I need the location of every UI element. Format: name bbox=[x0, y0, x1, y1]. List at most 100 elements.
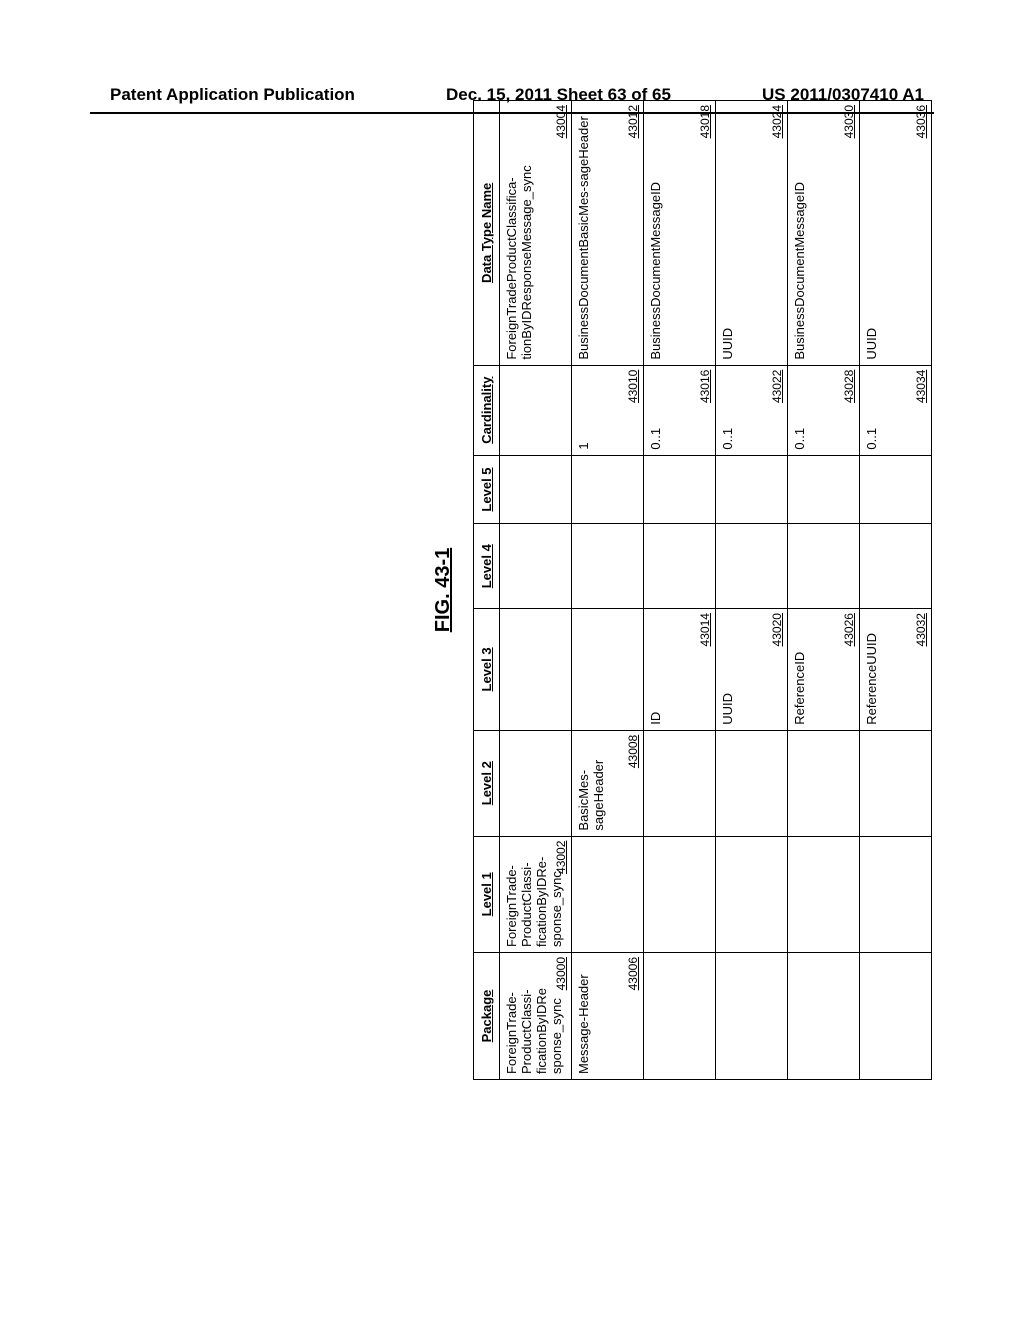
reference-number: 43018 bbox=[698, 105, 712, 138]
cell-level3: UUID 43020 bbox=[716, 609, 788, 731]
cell-level3-text: UUID bbox=[720, 614, 735, 725]
col-level3: Level 3 bbox=[474, 609, 500, 731]
reference-number: 43030 bbox=[842, 105, 856, 138]
reference-number: 43034 bbox=[914, 370, 928, 403]
cell-level1 bbox=[644, 836, 716, 952]
cell-cardinality-text: 0..1 bbox=[792, 371, 807, 450]
table-row: ReferenceID 43026 0..1 43028 BusinessDocumen… bbox=[788, 101, 860, 1080]
reference-number: 43024 bbox=[770, 105, 784, 138]
reference-number: 43012 bbox=[626, 105, 640, 138]
cell-level5 bbox=[572, 455, 644, 524]
reference-number: 43014 bbox=[698, 613, 712, 646]
table-row: UUID 43020 0..1 43022 UUID 43024 bbox=[716, 101, 788, 1080]
cell-level3-text: ReferenceUUID bbox=[864, 614, 879, 725]
cell-package bbox=[644, 953, 716, 1080]
reference-number: 43026 bbox=[842, 613, 856, 646]
cell-level3: ID 43014 bbox=[644, 609, 716, 731]
cell-level3: ReferenceUUID 43032 bbox=[860, 609, 932, 731]
cell-cardinality: 0..1 43028 bbox=[788, 365, 860, 455]
table-row: Message-Header 43006 BasicMes-sageHeader 43… bbox=[572, 101, 644, 1080]
cell-datatype: BusinessDocumentMessageID 43030 bbox=[788, 101, 860, 366]
cell-level3-text: ReferenceID bbox=[792, 614, 807, 725]
cell-level3-text: ID bbox=[648, 614, 663, 725]
col-datatype: Data Type Name bbox=[474, 101, 500, 366]
reference-number: 43036 bbox=[914, 105, 928, 138]
figure-title: FIG. 43-1 bbox=[432, 80, 455, 1100]
figure-container: FIG. 43-1 Package Level 1 Level 2 Level … bbox=[92, 80, 932, 1100]
cell-level2: BasicMes-sageHeader 43008 bbox=[572, 730, 644, 836]
col-level4: Level 4 bbox=[474, 524, 500, 609]
cell-level2 bbox=[788, 730, 860, 836]
cell-package: Message-Header 43006 bbox=[572, 953, 644, 1080]
table-row: ForeignTrade-ProductClassi-ficationByIDR… bbox=[500, 101, 572, 1080]
reference-number: 43000 bbox=[554, 957, 568, 990]
cell-level5 bbox=[500, 455, 572, 524]
cell-cardinality-text: 1 bbox=[576, 371, 591, 450]
cell-package bbox=[860, 953, 932, 1080]
cell-cardinality-text: 0..1 bbox=[720, 371, 735, 450]
cell-level4 bbox=[644, 524, 716, 609]
table-row: ID 43014 0..1 43016 BusinessDocumentMessageI… bbox=[644, 101, 716, 1080]
cell-package bbox=[716, 953, 788, 1080]
cell-datatype-text: UUID bbox=[720, 106, 735, 360]
cell-datatype-text: BusinessDocumentMessageID bbox=[792, 106, 807, 360]
cell-datatype: BusinessDocumentMessageID 43018 bbox=[644, 101, 716, 366]
cell-cardinality: 0..1 43034 bbox=[860, 365, 932, 455]
cell-datatype: ForeignTradeProductClassifica-tionByIDRe… bbox=[500, 101, 572, 366]
cell-datatype: UUID 43024 bbox=[716, 101, 788, 366]
reference-number: 43028 bbox=[842, 370, 856, 403]
reference-number: 43022 bbox=[770, 370, 784, 403]
cell-package-text: Message-Header bbox=[576, 958, 591, 1074]
col-package: Package bbox=[474, 953, 500, 1080]
cell-level2 bbox=[716, 730, 788, 836]
reference-number: 43002 bbox=[554, 841, 568, 874]
schema-table: Package Level 1 Level 2 Level 3 Level 4 … bbox=[473, 100, 932, 1080]
cell-datatype-text: BusinessDocumentBasicMes-sageHeader bbox=[576, 106, 591, 360]
cell-cardinality: 1 43010 bbox=[572, 365, 644, 455]
cell-level1 bbox=[788, 836, 860, 952]
reference-number: 43004 bbox=[554, 105, 568, 138]
cell-level4 bbox=[500, 524, 572, 609]
cell-level1 bbox=[860, 836, 932, 952]
cell-level2 bbox=[644, 730, 716, 836]
cell-cardinality: 0..1 43016 bbox=[644, 365, 716, 455]
cell-cardinality-text: 0..1 bbox=[864, 371, 879, 450]
col-level2: Level 2 bbox=[474, 730, 500, 836]
cell-level5 bbox=[716, 455, 788, 524]
cell-level1 bbox=[572, 836, 644, 952]
cell-cardinality bbox=[500, 365, 572, 455]
table-row: ReferenceUUID 43032 0..1 43034 UUID 43036 bbox=[860, 101, 932, 1080]
col-cardinality: Cardinality bbox=[474, 365, 500, 455]
reference-number: 43008 bbox=[626, 735, 640, 768]
cell-datatype: BusinessDocumentBasicMes-sageHeader 43012 bbox=[572, 101, 644, 366]
cell-cardinality-text: 0..1 bbox=[648, 371, 663, 450]
reference-number: 43006 bbox=[626, 957, 640, 990]
cell-datatype-text: BusinessDocumentMessageID bbox=[648, 106, 663, 360]
cell-package bbox=[788, 953, 860, 1080]
cell-level5 bbox=[644, 455, 716, 524]
reference-number: 43020 bbox=[770, 613, 784, 646]
cell-level3 bbox=[572, 609, 644, 731]
cell-datatype: UUID 43036 bbox=[860, 101, 932, 366]
cell-level2-text: BasicMes-sageHeader bbox=[576, 736, 606, 831]
cell-datatype-text: UUID bbox=[864, 106, 879, 360]
reference-number: 43010 bbox=[626, 370, 640, 403]
col-level1: Level 1 bbox=[474, 836, 500, 952]
cell-level4 bbox=[788, 524, 860, 609]
cell-level4 bbox=[860, 524, 932, 609]
cell-level2 bbox=[860, 730, 932, 836]
cell-level5 bbox=[860, 455, 932, 524]
cell-level1: ForeignTrade-ProductClassi-ficationByIDR… bbox=[500, 836, 572, 952]
col-level5: Level 5 bbox=[474, 455, 500, 524]
reference-number: 43016 bbox=[698, 370, 712, 403]
cell-level3: ReferenceID 43026 bbox=[788, 609, 860, 731]
cell-level2 bbox=[500, 730, 572, 836]
cell-level1 bbox=[716, 836, 788, 952]
cell-level4 bbox=[572, 524, 644, 609]
reference-number: 43032 bbox=[914, 613, 928, 646]
cell-level4 bbox=[716, 524, 788, 609]
cell-package: ForeignTrade-ProductClassi-ficationByIDR… bbox=[500, 953, 572, 1080]
table-body: ForeignTrade-ProductClassi-ficationByIDR… bbox=[500, 101, 932, 1080]
cell-datatype-text: ForeignTradeProductClassifica-tionByIDRe… bbox=[504, 106, 534, 360]
cell-cardinality: 0..1 43022 bbox=[716, 365, 788, 455]
